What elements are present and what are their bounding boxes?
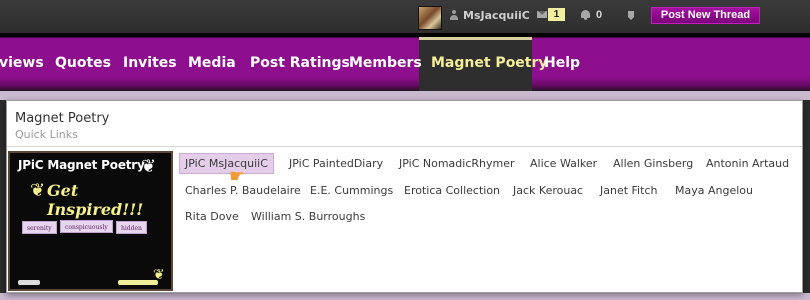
hand-cursor-icon: ☛	[229, 166, 246, 186]
mail-icon[interactable]	[537, 11, 547, 18]
magnet-word: serenity	[22, 221, 57, 234]
nav-item-quotes[interactable]: Quotes	[55, 55, 111, 71]
forum-image-title: JPiC Magnet Poetry	[18, 158, 145, 172]
forum-link-jpic-painteddiary[interactable]: JPiC PaintedDiary	[283, 153, 389, 174]
conversations-badge[interactable]: 1	[548, 8, 565, 21]
forum-link-antonin-artaud[interactable]: Antonin Artaud	[700, 153, 795, 174]
butterfly-icon: ❦	[30, 180, 46, 200]
forum-link-jpic-msjacquiic[interactable]: JPiC MsJacquiiC	[179, 153, 274, 174]
nav-item-magnet-poetry[interactable]: Magnet Poetry	[431, 55, 548, 71]
dropdown-title[interactable]: Magnet Poetry	[15, 111, 109, 126]
forum-link-allen-ginsberg[interactable]: Allen Ginsberg	[607, 153, 699, 174]
post-new-thread-button[interactable]: Post New Thread	[651, 7, 760, 24]
nav-item-media[interactable]: Media	[188, 55, 236, 71]
forum-banner-image[interactable]: JPiC Magnet Poetry ❦ ❦ Get Inspired!!! s…	[8, 151, 173, 291]
bookmark-icon[interactable]	[628, 11, 634, 20]
forum-link-ee-cummings[interactable]: E.E. Cummings	[304, 180, 399, 201]
nav-item-post-ratings[interactable]: Post Ratings	[250, 55, 350, 71]
bell-icon[interactable]	[581, 10, 590, 20]
main-nav: views Quotes Invites Media Post Ratings …	[0, 33, 810, 94]
page-background-strip	[0, 91, 810, 100]
chalk-piece	[18, 280, 40, 285]
nav-item-invites[interactable]: Invites	[123, 55, 177, 71]
forum-link-erotica-collection[interactable]: Erotica Collection	[398, 180, 506, 201]
forum-link-maya-angelou[interactable]: Maya Angelou	[669, 180, 759, 201]
forum-link-rita-dove[interactable]: Rita Dove	[179, 206, 245, 227]
username-link[interactable]: MsJacquiiC	[463, 9, 530, 22]
alerts-count[interactable]: 0	[596, 9, 602, 21]
forum-link-jack-kerouac[interactable]: Jack Kerouac	[507, 180, 589, 201]
magnet-word: conspicuously	[60, 220, 113, 233]
forum-image-tagline: Get Inspired!!!	[47, 181, 144, 219]
chalk-piece	[118, 280, 158, 285]
page-background-bottom	[0, 293, 810, 300]
nav-item-help[interactable]: Help	[544, 55, 580, 71]
magnet-word: hidden	[116, 221, 147, 234]
forum-link-janet-fitch[interactable]: Janet Fitch	[594, 180, 663, 201]
forum-link-jpic-nomadicrhymer[interactable]: JPiC NomadicRhymer	[393, 153, 521, 174]
nav-item-members[interactable]: Members	[349, 55, 422, 71]
butterfly-icon: ❦	[141, 156, 157, 176]
user-bar: MsJacquiiC 1 0 Post New Thread	[0, 0, 810, 33]
forum-link-alice-walker[interactable]: Alice Walker	[524, 153, 603, 174]
user-avatar[interactable]	[418, 6, 442, 30]
user-icon	[450, 10, 458, 20]
forum-link-william-burroughs[interactable]: William S. Burroughs	[245, 206, 371, 227]
dropdown-subtitle: Quick Links	[15, 128, 78, 141]
dropdown-divider	[7, 146, 802, 147]
magnet-poetry-dropdown: Magnet Poetry Quick Links JPiC Magnet Po…	[6, 100, 803, 293]
nav-item-views[interactable]: views	[0, 55, 44, 71]
